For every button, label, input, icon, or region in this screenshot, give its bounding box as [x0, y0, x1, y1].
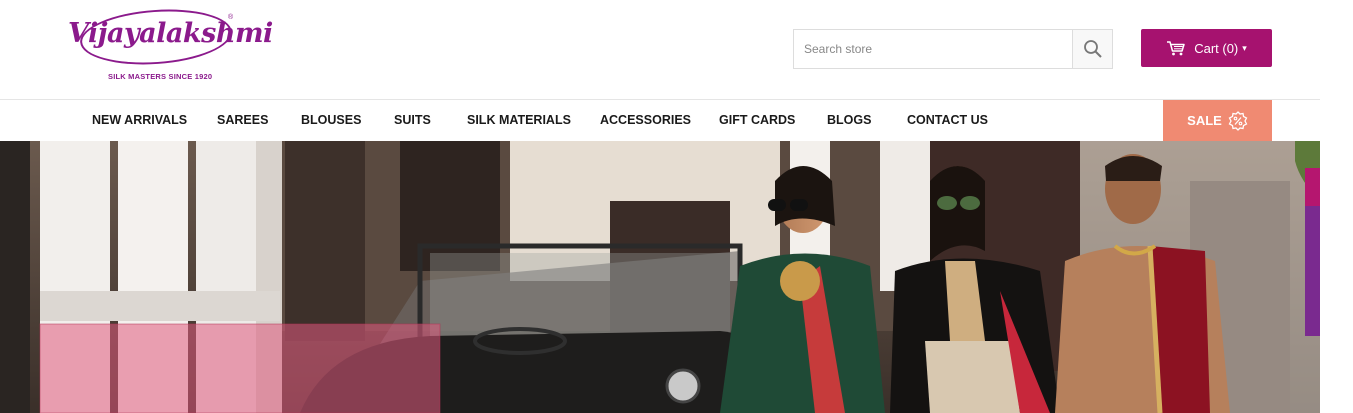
logo-tagline: SILK MASTERS SINCE 1920 [108, 72, 213, 81]
brand-logo[interactable]: Vijayalakshmi ® SILK MASTERS SINCE 1920 [68, 4, 273, 86]
nav-item-suits[interactable]: SUITS [394, 100, 431, 141]
nav-item-blouses[interactable]: BLOUSES [301, 100, 361, 141]
nav-item-blogs[interactable]: BLOGS [827, 100, 871, 141]
search-icon [1083, 40, 1102, 58]
search-input[interactable] [794, 30, 1074, 68]
search-button[interactable] [1072, 30, 1112, 68]
logo-wordmark: Vijayalakshmi [68, 18, 273, 49]
cart-icon [1167, 41, 1185, 56]
page-right-margin [1320, 141, 1353, 413]
chevron-down-icon: ▾ [1242, 42, 1247, 53]
sale-label: SALE [1187, 113, 1222, 128]
nav-item-sarees[interactable]: SAREES [217, 100, 268, 141]
nav-item-sale[interactable]: SALE [1163, 100, 1272, 141]
logo-registered-mark: ® [228, 14, 234, 21]
nav-item-silk-materials[interactable]: SILK MATERIALS [467, 100, 571, 141]
cart-button[interactable]: Cart (0) ▾ [1141, 29, 1272, 67]
nav-item-gift-cards[interactable]: GIFT CARDS [719, 100, 795, 141]
hero-banner[interactable] [0, 141, 1320, 413]
site-header: Vijayalakshmi ® SILK MASTERS SINCE 1920 … [0, 0, 1320, 100]
nav-item-new-arrivals[interactable]: NEW ARRIVALS [92, 100, 187, 141]
nav-item-accessories[interactable]: ACCESSORIES [600, 100, 691, 141]
nav-item-contact-us[interactable]: CONTACT US [907, 100, 988, 141]
cart-label: Cart (0) [1194, 40, 1239, 56]
side-tab-pink[interactable] [1305, 168, 1320, 206]
main-navigation: NEW ARRIVALS SAREES BLOUSES SUITS SILK M… [0, 99, 1320, 141]
discount-badge-icon [1228, 110, 1248, 131]
side-tab-purple[interactable] [1305, 206, 1320, 336]
hero-banner-image [0, 141, 1320, 413]
search-box [793, 29, 1113, 69]
